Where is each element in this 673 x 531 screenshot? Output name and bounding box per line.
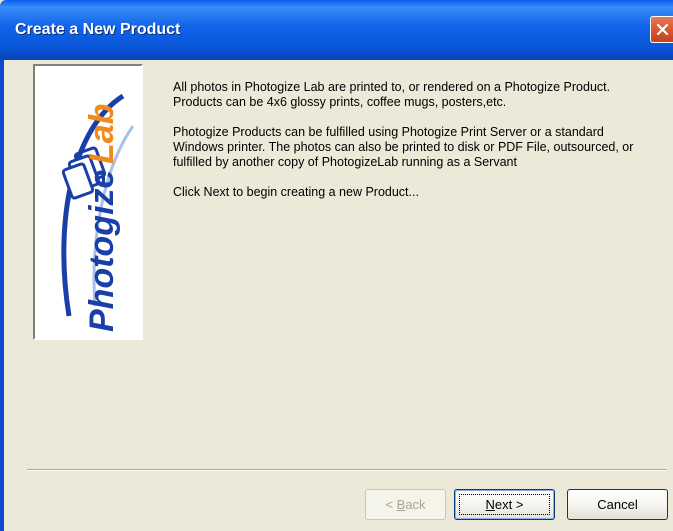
logo-wordmark-photogize: Photogize — [83, 170, 121, 332]
intro-paragraph-3: Click Next to begin creating a new Produ… — [173, 185, 419, 199]
back-button-arrow: < — [385, 497, 397, 512]
intro-paragraph-1: All photos in Photogize Lab are printed … — [173, 80, 611, 109]
next-button[interactable]: Next > — [454, 489, 555, 520]
next-button-label: ext > — [494, 497, 524, 512]
back-button-label: ack — [405, 497, 426, 512]
back-button[interactable]: < Back — [365, 489, 446, 520]
next-button-mnemonic: N — [485, 497, 495, 512]
window-title: Create a New Product — [15, 21, 181, 38]
close-icon — [656, 23, 669, 36]
title-bar[interactable]: Create a New Product — [0, 0, 673, 60]
button-separator — [27, 469, 666, 471]
photogize-lab-logo: Photogize Lab — [33, 64, 143, 340]
create-product-dialog: Create a New Product Photogize Lab All p… — [0, 0, 673, 531]
intro-paragraph-2: Photogize Products can be fulfilled usin… — [173, 125, 634, 169]
cancel-button-label: Cancel — [597, 497, 638, 512]
cancel-button[interactable]: Cancel — [567, 489, 668, 520]
intro-text: All photos in Photogize Lab are printed … — [173, 80, 643, 215]
window-left-border — [0, 60, 4, 531]
close-button[interactable] — [650, 16, 673, 43]
logo-wordmark-lab: Lab — [83, 104, 121, 164]
